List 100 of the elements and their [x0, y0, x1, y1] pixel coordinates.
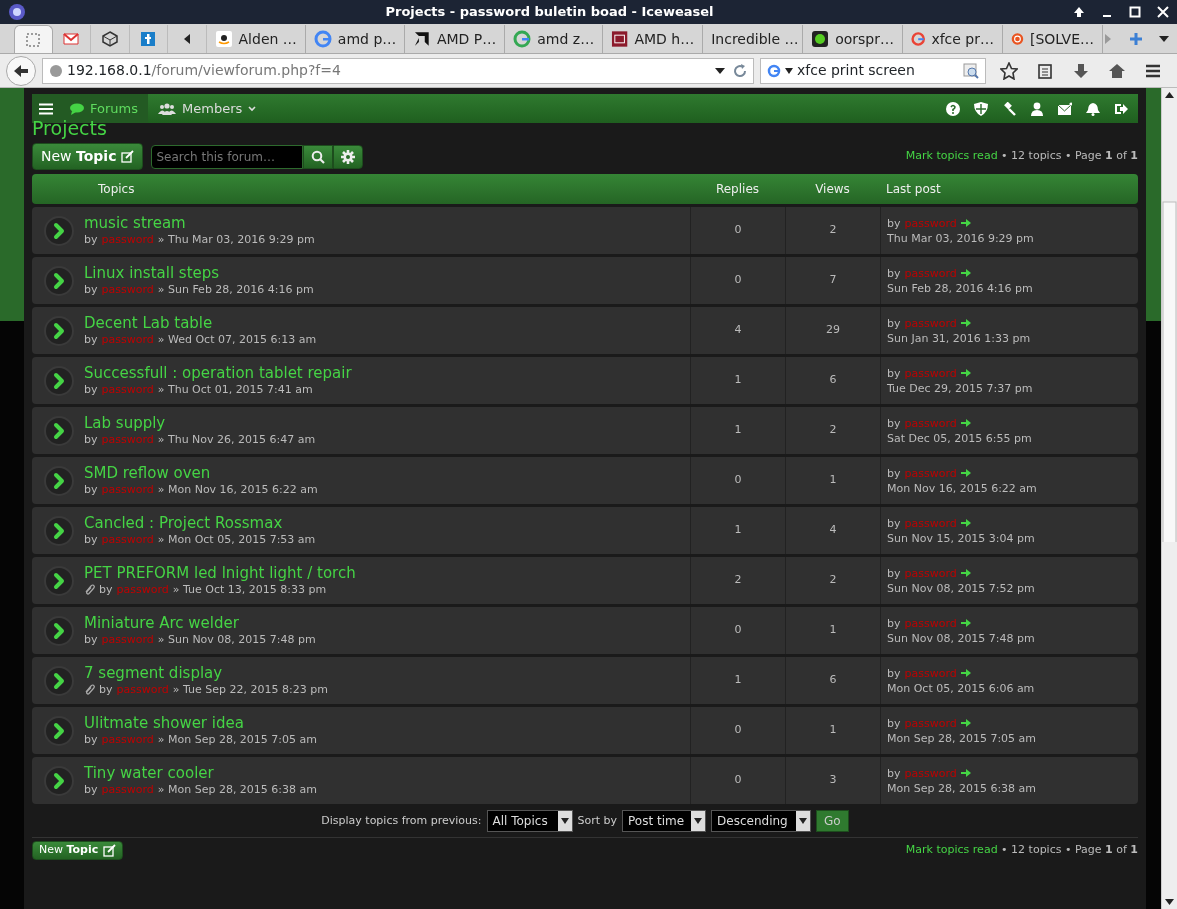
- topic-read-icon: [44, 215, 74, 246]
- nav-tab[interactable]: Members: [148, 94, 267, 123]
- browser-tab[interactable]: AMD P…: [405, 25, 506, 53]
- mark-read-link[interactable]: Mark topics read: [905, 843, 998, 856]
- search-button[interactable]: [303, 144, 334, 169]
- dropdown-icon[interactable]: [715, 66, 725, 75]
- reply-count: 4: [734, 322, 742, 339]
- go-to-post-icon[interactable]: [960, 718, 971, 728]
- reply-count: 1: [734, 372, 742, 389]
- select-dropdown[interactable]: Post time: [622, 810, 707, 832]
- go-to-post-icon[interactable]: [960, 268, 971, 278]
- browser-tab[interactable]: oorspr…: [803, 25, 903, 53]
- go-to-post-icon[interactable]: [960, 618, 971, 628]
- select-dropdown[interactable]: Descending: [711, 810, 812, 832]
- view-count: 2: [829, 572, 837, 589]
- topic-title-link[interactable]: 7 segment display: [84, 664, 328, 682]
- view-count: 3: [829, 772, 837, 789]
- reload-icon[interactable]: [733, 63, 747, 78]
- topic-title-link[interactable]: SMD reflow oven: [84, 464, 318, 482]
- cube-icon: [100, 30, 119, 48]
- user-icon[interactable]: [1030, 101, 1044, 116]
- go-to-post-icon[interactable]: [960, 568, 971, 578]
- reply-count: 1: [734, 522, 742, 539]
- go-button[interactable]: Go: [816, 810, 849, 832]
- search-field[interactable]: xfce print screen: [760, 57, 986, 84]
- back-button[interactable]: [6, 55, 36, 86]
- new-topic-button[interactable]: New Topic: [32, 143, 144, 170]
- browser-tab[interactable]: [SOLVE…: [1003, 25, 1103, 53]
- topic-read-icon: [44, 365, 74, 396]
- page-number: Page 1 of 1: [1074, 149, 1138, 163]
- chevron-down-icon: [248, 105, 257, 112]
- help-icon[interactable]: [946, 101, 960, 116]
- go-to-post-icon[interactable]: [960, 518, 971, 528]
- go-to-post-icon[interactable]: [960, 768, 971, 778]
- browser-tab[interactable]: amd p…: [305, 25, 406, 53]
- select-dropdown[interactable]: All Topics: [486, 810, 573, 832]
- home-icon[interactable]: [1108, 61, 1126, 80]
- edit-icon: [103, 843, 117, 857]
- reading-list-icon[interactable]: [1036, 61, 1054, 80]
- topic-title-link[interactable]: Miniature Arc welder: [84, 614, 316, 632]
- close-icon[interactable]: [1157, 6, 1169, 18]
- reply-count: 0: [734, 272, 742, 289]
- topic-title-link[interactable]: Cancled : Project Rossmax: [84, 514, 316, 532]
- view-count: 1: [829, 622, 837, 639]
- new-tab-icon[interactable]: [1129, 32, 1143, 46]
- browser-tab[interactable]: Incredible …: [703, 25, 804, 53]
- go-to-post-icon[interactable]: [960, 318, 971, 328]
- go-to-post-icon[interactable]: [960, 468, 971, 478]
- people-icon: [158, 102, 176, 115]
- download-icon[interactable]: [1072, 61, 1090, 80]
- post-date: » Tue Sep 22, 2015 8:23 pm: [172, 682, 328, 697]
- go-to-post-icon[interactable]: [960, 668, 971, 678]
- topic-title-link[interactable]: Tiny water cooler: [84, 764, 317, 782]
- search-forum-field[interactable]: Search this forum…: [151, 144, 304, 169]
- sort-label: Sort by: [577, 812, 618, 829]
- g-logo-icon: [513, 30, 532, 48]
- window-title: Projects - password buletin boad - Iceweasel: [384, 3, 715, 22]
- browser-tab[interactable]: Alden …: [206, 25, 306, 53]
- go-to-post-icon[interactable]: [960, 218, 971, 228]
- dropdown-icon: [560, 818, 569, 824]
- mark-read-link[interactable]: Mark topics read: [905, 149, 998, 163]
- topic-title-link[interactable]: Linux install steps: [84, 264, 314, 282]
- topic-title-link[interactable]: Decent Lab table: [84, 314, 317, 332]
- bookmark-star-icon[interactable]: [1000, 61, 1018, 80]
- last-post-date: Sat Dec 05, 2015 6:55 pm: [887, 430, 1033, 446]
- topic-title-link[interactable]: Lab supply: [84, 414, 316, 432]
- browser-tab[interactable]: xfce pr…: [903, 25, 1003, 53]
- post-date: » Mon Sep 28, 2015 7:05 am: [157, 732, 317, 747]
- last-post-date: Sun Nov 08, 2015 7:52 pm: [887, 580, 1036, 596]
- author-label: by: [84, 482, 98, 497]
- author-label: by: [887, 565, 901, 581]
- dropdown-icon: [785, 67, 793, 74]
- bell-icon[interactable]: [1086, 101, 1100, 116]
- browser-tab[interactable]: AMD h…: [603, 25, 704, 53]
- post-date: » Thu Mar 03, 2016 9:29 pm: [157, 232, 315, 247]
- topic-title-link[interactable]: music stream: [84, 214, 315, 232]
- browser-tab[interactable]: amd z…: [505, 25, 604, 53]
- shield-icon[interactable]: [974, 101, 988, 116]
- go-to-post-icon[interactable]: [960, 418, 971, 428]
- gavel-icon[interactable]: [1002, 101, 1016, 116]
- circle-logo-icon: [1011, 30, 1024, 48]
- author-label: by: [887, 515, 901, 531]
- go-to-post-icon[interactable]: [960, 368, 971, 378]
- envelope-icon[interactable]: [1058, 101, 1072, 116]
- maximize-up-icon[interactable]: [1073, 6, 1085, 18]
- scrollbar[interactable]: [1161, 88, 1177, 909]
- address-field[interactable]: 192.168.0.1/forum/viewforum.php?f=4: [42, 57, 754, 84]
- topic-title-link[interactable]: PET PREFORM led lnight light / torch: [84, 564, 356, 582]
- logout-icon[interactable]: [1114, 101, 1128, 116]
- topic-title-link[interactable]: Ulitmate shower idea: [84, 714, 317, 732]
- last-post-date: Thu Mar 03, 2016 9:29 pm: [887, 230, 1035, 246]
- author-label: by: [887, 665, 901, 681]
- tab-list-icon[interactable]: [1159, 35, 1169, 43]
- maximize-icon[interactable]: [1129, 6, 1141, 18]
- smile-logo-icon: [214, 30, 233, 48]
- topic-title-link[interactable]: Successfull : operation tablet repair: [84, 364, 352, 382]
- last-post-date: Mon Oct 05, 2015 6:06 am: [887, 680, 1036, 696]
- new-topic-button[interactable]: New Topic: [32, 841, 124, 860]
- last-post-date: Mon Sep 28, 2015 7:05 am: [887, 730, 1038, 746]
- settings-button[interactable]: [333, 144, 364, 169]
